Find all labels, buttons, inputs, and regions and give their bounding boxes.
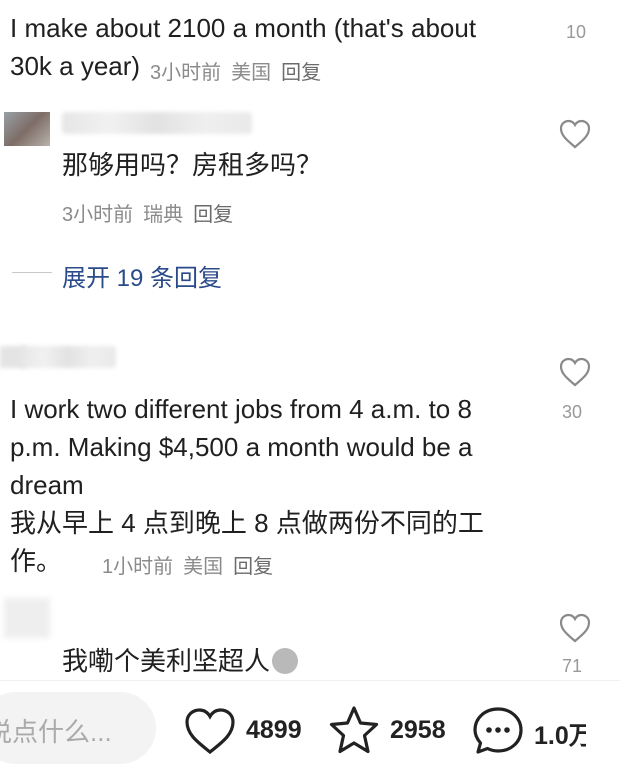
comment-time: 3小时前	[150, 62, 222, 84]
like-count: 10	[566, 22, 587, 42]
comment-input-placeholder: 说点什么...	[0, 717, 112, 747]
comment-location: 瑞典	[143, 204, 184, 226]
comment-4-label: 我嘞个美利坚超人	[62, 646, 271, 676]
like-count: 71	[562, 656, 583, 676]
comment-time: 1小时前	[102, 556, 174, 578]
like-count: 30	[562, 402, 583, 422]
comment-time: 3小时前	[62, 204, 134, 226]
like-total[interactable]: 4899	[246, 716, 302, 745]
reply-button[interactable]: 回复	[281, 62, 321, 84]
reply-button[interactable]: 回复	[233, 556, 273, 578]
username-blurred[interactable]	[62, 112, 252, 134]
reply-button[interactable]: 回复	[193, 204, 233, 226]
heart-icon[interactable]	[182, 706, 238, 756]
heart-icon[interactable]	[558, 356, 592, 388]
comment-location: 美国	[231, 62, 272, 84]
comment-location: 美国	[183, 556, 224, 578]
comment-bubble-icon[interactable]	[470, 704, 526, 758]
avatar[interactable]	[4, 598, 50, 638]
star-icon[interactable]	[326, 704, 382, 758]
expand-divider	[12, 272, 52, 273]
comment-3-text-en: I work two different jobs from 4 a.m. to…	[10, 394, 473, 500]
favorite-total[interactable]: 2958	[390, 716, 446, 745]
heart-icon[interactable]	[558, 118, 592, 150]
comment-total[interactable]: 1.0万	[534, 716, 586, 752]
comment-2-text: 那够用吗？房租多吗？	[62, 150, 323, 180]
comment-3-meta: 1小时前 美国 回复	[102, 550, 273, 579]
emoji-face-icon	[272, 648, 299, 674]
heart-icon[interactable]	[556, 0, 588, 10]
avatar[interactable]	[4, 112, 50, 146]
username-blurred[interactable]	[20, 346, 116, 368]
comment-4-text: 我嘞个美利坚超人	[62, 642, 299, 680]
heart-icon[interactable]	[558, 612, 592, 644]
expand-replies-button[interactable]: 展开 19 条回复	[62, 258, 222, 293]
comment-2-meta: 3小时前 瑞典 回复	[62, 198, 233, 227]
comment-1-meta: 3小时前 美国 回复	[150, 56, 321, 85]
